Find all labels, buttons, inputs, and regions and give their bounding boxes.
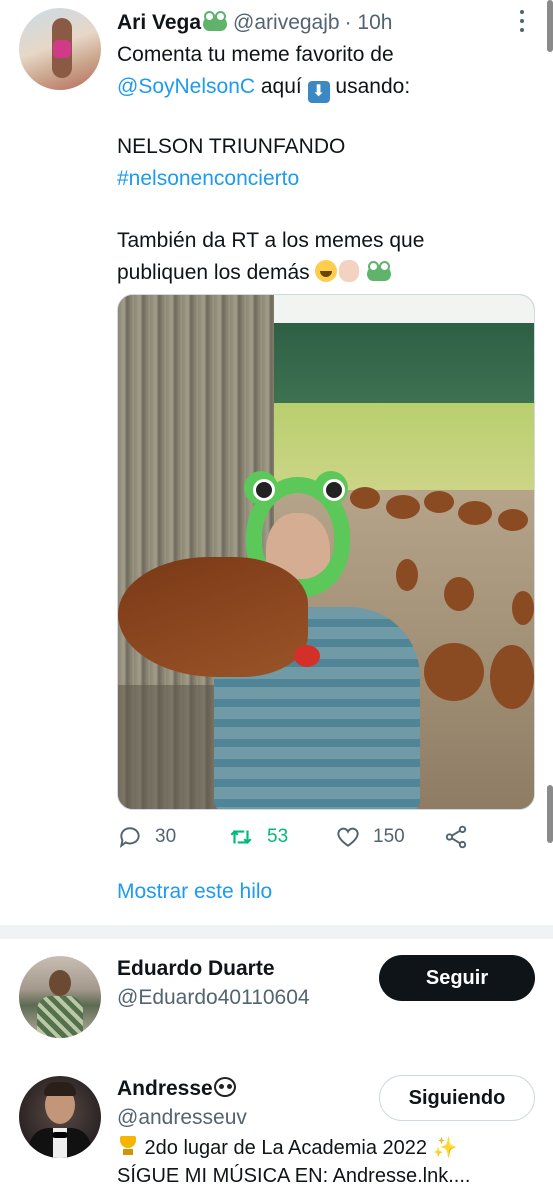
tweet-image[interactable] xyxy=(117,294,535,810)
user-bio-text: 2do lugar de La Academia 2022 xyxy=(139,1137,433,1159)
down-arrow-emoji-icon: ⬇ xyxy=(307,81,330,103)
avatar[interactable] xyxy=(19,8,101,90)
laughing-emoji-icon xyxy=(315,260,338,282)
avatar[interactable] xyxy=(19,1076,101,1158)
tweet-text-line: También da RT a los memes que xyxy=(117,229,425,252)
user-bio-line: 2do lugar de La Academia 2022 ✨ xyxy=(117,1135,457,1160)
user-handle: @Eduardo40110604 xyxy=(117,986,310,1009)
retweet-button[interactable]: 53 xyxy=(227,824,288,850)
author-handle[interactable]: @arivegajb xyxy=(233,11,340,35)
sparkles-emoji-icon: ✨ xyxy=(432,1137,458,1159)
like-count: 150 xyxy=(373,826,405,847)
tweet-header: Ari Vega @arivegajb · 10h xyxy=(117,11,392,35)
user-suggestion[interactable]: Andresse @andresseuv Siguiendo 2do lugar… xyxy=(0,1060,553,1200)
user-name: Andresse xyxy=(117,1077,213,1100)
like-button[interactable]: 150 xyxy=(335,824,405,850)
section-divider xyxy=(0,925,553,939)
retweet-icon xyxy=(230,830,252,844)
trophy-emoji-icon xyxy=(117,1135,139,1157)
reply-count: 30 xyxy=(155,826,177,847)
reply-icon xyxy=(119,827,140,848)
retweet-count: 53 xyxy=(267,826,289,847)
user-bio-line: SÍGUE MI MÚSICA EN: Andresse.lnk.... xyxy=(117,1165,471,1187)
panda-emoji-icon xyxy=(213,1077,236,1097)
like-icon xyxy=(337,827,359,847)
share-icon xyxy=(445,825,467,849)
tweet[interactable]: Ari Vega @arivegajb · 10h Comenta tu mem… xyxy=(0,0,553,925)
show-thread-link[interactable]: Mostrar este hilo xyxy=(117,880,272,904)
tweet-text-line: publiquen los demás xyxy=(117,260,392,285)
tweet-actions: 30 53 150 xyxy=(117,824,517,856)
reply-button[interactable]: 30 xyxy=(117,824,176,850)
tweet-text-line: Comenta tu meme favorito de xyxy=(117,43,394,66)
user-handle: @andresseuv xyxy=(117,1106,247,1129)
author-name[interactable]: Ari Vega xyxy=(117,11,201,35)
tweet-text-fragment: aquí xyxy=(255,75,308,98)
tweet-text-line: NELSON TRIUNFANDO xyxy=(117,135,346,158)
more-icon[interactable] xyxy=(516,10,528,32)
tweet-text-fragment: usando: xyxy=(329,75,411,98)
user-suggestion[interactable]: Eduardo Duarte @Eduardo40110604 Seguir xyxy=(0,940,553,1060)
share-button[interactable] xyxy=(443,824,481,850)
frog-emoji-icon xyxy=(367,261,392,282)
mention-link[interactable]: @SoyNelsonC xyxy=(117,75,255,98)
user-name-row: Andresse xyxy=(117,1077,236,1101)
frog-emoji-icon xyxy=(203,11,228,31)
avatar[interactable] xyxy=(19,956,101,1038)
following-button[interactable]: Siguiendo xyxy=(379,1075,535,1121)
tweet-text-fragment: publiquen los demás xyxy=(117,261,316,284)
hashtag-link[interactable]: #nelsonenconcierto xyxy=(117,167,299,191)
tweet-time[interactable]: · 10h xyxy=(345,11,393,35)
user-name: Eduardo Duarte xyxy=(117,957,275,980)
follow-button[interactable]: Seguir xyxy=(379,955,535,1001)
tweet-text-line: @SoyNelsonC aquí ⬇ usando: xyxy=(117,75,410,103)
ok-hand-emoji-icon xyxy=(339,260,360,282)
